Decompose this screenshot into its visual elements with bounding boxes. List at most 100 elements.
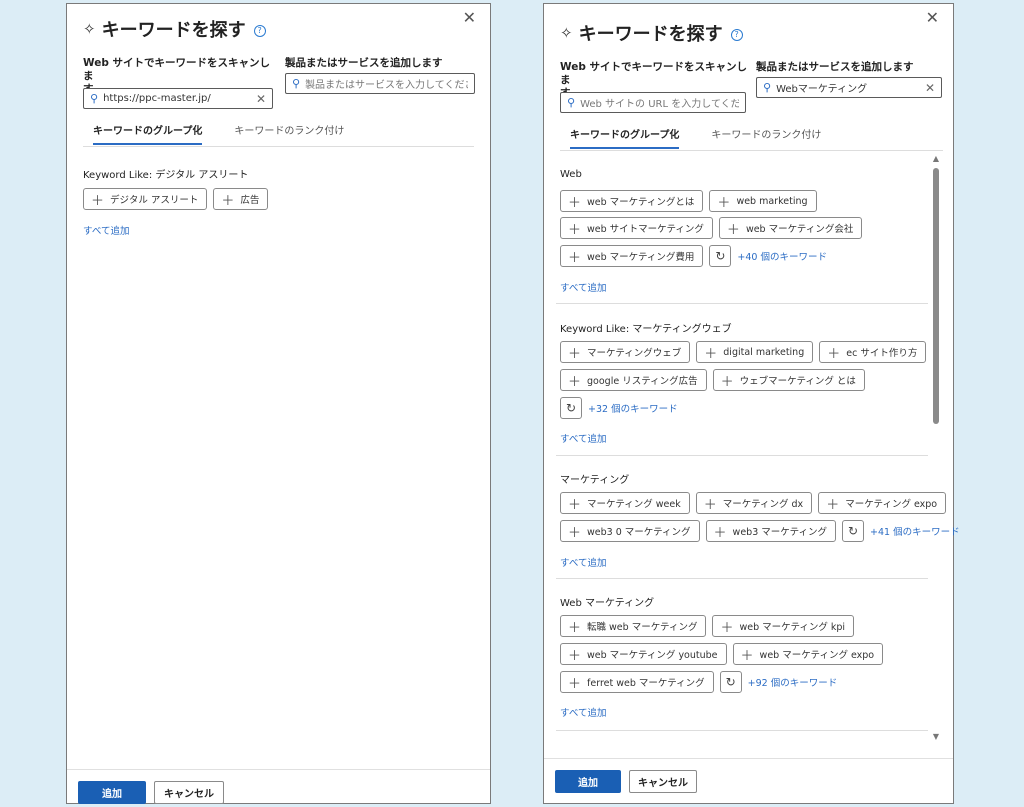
tab-keyword-grouping[interactable]: キーワードのグループ化 [570, 126, 680, 149]
keyword-chip-row: ＋ ferret web マーケティング ↻ +92 個のキーワード [560, 671, 837, 693]
search-icon: ⚲ [567, 96, 576, 109]
keyword-chip[interactable]: ＋ web マーケティングとは [560, 190, 704, 212]
search-icon: ⚲ [763, 81, 772, 94]
more-keywords-link[interactable]: +40 個のキーワード [737, 249, 827, 263]
keyword-chip[interactable]: ＋ web サイトマーケティング [560, 217, 713, 239]
plus-icon: ＋ [568, 222, 582, 238]
product-service-input[interactable]: ⚲ Webマーケティング ✕ [756, 77, 942, 98]
plus-icon: ＋ [717, 195, 731, 211]
add-all-link[interactable]: すべて追加 [560, 555, 606, 569]
plus-icon: ＋ [568, 648, 582, 664]
cancel-button[interactable]: キャンセル [154, 781, 224, 804]
keyword-chip[interactable]: ＋ ec サイト作り方 [819, 341, 927, 363]
add-button[interactable]: 追加 [78, 781, 146, 804]
keyword-chip[interactable]: ＋ web3 マーケティング [705, 520, 836, 542]
scroll-down-icon[interactable]: ▼ [931, 732, 941, 741]
refresh-icon[interactable]: ↻ [560, 397, 582, 419]
keyword-chip[interactable]: ＋ web マーケティング kpi [712, 615, 855, 637]
plus-icon: ＋ [726, 222, 740, 238]
add-all-link[interactable]: すべて追加 [560, 280, 606, 294]
keyword-chip[interactable]: ＋ web マーケティング youtube [560, 643, 727, 665]
tab-keyword-grouping[interactable]: キーワードのグループ化 [93, 122, 203, 145]
keyword-chip[interactable]: ＋ google リスティング広告 [560, 369, 707, 391]
refresh-icon[interactable]: ↻ [709, 245, 732, 267]
help-icon[interactable]: ? [730, 29, 743, 41]
keyword-chip[interactable]: ＋ウェブマーケティング とは [712, 369, 865, 391]
plus-icon: ＋ [91, 193, 105, 209]
website-url-placeholder: Web サイトの URL を入力してください [580, 99, 739, 110]
keyword-chip[interactable]: ＋転職 web マーケティング [560, 615, 707, 637]
keyword-chip[interactable]: ＋ web marketing [709, 190, 817, 212]
more-keywords-link[interactable]: +32 個のキーワード [588, 401, 678, 415]
product-service-value: Webマーケティング [776, 84, 868, 95]
keyword-chip[interactable]: ＋マーケティング dx [695, 492, 813, 514]
plus-icon: ＋ [740, 648, 754, 664]
group-title: Keyword Like: マーケティングウェブ [560, 324, 732, 335]
search-icon: ⚲ [292, 77, 301, 90]
scrollbar[interactable]: ▲ ▼ [931, 154, 941, 744]
keyword-chip[interactable]: ＋マーケティング week [560, 492, 690, 514]
add-all-link[interactable]: すべて追加 [560, 431, 606, 445]
plus-icon: ＋ [827, 346, 841, 362]
more-keywords-link[interactable]: +92 個のキーワード [748, 675, 838, 689]
keyword-chip-row: ＋マーケティングウェブ ＋ digital marketing ＋ ec サイト作り… [560, 341, 927, 363]
keyword-chip-row: ＋ web サイトマーケティング ＋ web マーケティング会社 [560, 217, 863, 239]
plus-icon: ＋ [568, 620, 582, 636]
help-icon[interactable]: ? [253, 25, 266, 37]
keyword-chip[interactable]: ＋デジタル アスリート [83, 188, 208, 210]
page-title: キーワードを探す [101, 20, 246, 41]
clear-icon[interactable]: ✕ [256, 92, 266, 106]
refresh-icon[interactable]: ↻ [842, 520, 864, 542]
panel-header: ✧ キーワードを探す ? [560, 20, 743, 46]
website-url-input[interactable]: ⚲ Web サイトの URL を入力してください [560, 92, 746, 113]
group-divider [556, 303, 928, 304]
add-product-label: 製品またはサービスを追加します [756, 61, 914, 73]
plus-icon: ＋ [704, 346, 718, 362]
sparkle-icon: ✧ [83, 20, 96, 38]
footer-divider [67, 769, 490, 770]
keyword-chip-row: ＋マーケティング week ＋マーケティング dx ＋マーケティング expo [560, 492, 947, 514]
product-service-input[interactable]: ⚲ 製品またはサービスを入力してください [285, 73, 475, 94]
tab-keyword-ranking[interactable]: キーワードのランク付け [234, 122, 344, 145]
add-button[interactable]: 追加 [555, 770, 621, 793]
add-all-link[interactable]: すべて追加 [83, 223, 129, 237]
clear-icon[interactable]: ✕ [925, 81, 935, 95]
close-icon[interactable]: ✕ [463, 10, 476, 26]
keyword-chip-row: ↻ +32 個のキーワード [560, 397, 678, 419]
tab-keyword-ranking[interactable]: キーワードのランク付け [711, 126, 821, 149]
keyword-chip[interactable]: ＋ web マーケティング expo [732, 643, 884, 665]
plus-icon: ＋ [568, 195, 582, 211]
product-service-placeholder: 製品またはサービスを入力してください [305, 80, 468, 91]
scroll-up-icon[interactable]: ▲ [931, 154, 941, 163]
cancel-button[interactable]: キャンセル [629, 770, 697, 793]
sparkle-icon: ✧ [560, 24, 573, 42]
keyword-chip[interactable]: ＋ digital marketing [696, 341, 814, 363]
search-icon: ⚲ [90, 92, 99, 105]
plus-icon: ＋ [568, 676, 582, 692]
plus-icon: ＋ [826, 497, 840, 513]
keyword-chip-row: ＋ web マーケティング youtube ＋ web マーケティング expo [560, 643, 884, 665]
keyword-chip[interactable]: ＋ ferret web マーケティング [560, 671, 714, 693]
keyword-chip[interactable]: ＋マーケティングウェブ [560, 341, 691, 363]
plus-icon: ＋ [568, 250, 582, 266]
scrollbar-thumb[interactable] [933, 168, 939, 424]
add-all-link[interactable]: すべて追加 [560, 705, 606, 719]
group-title: Keyword Like: デジタル アスリート [83, 170, 249, 181]
close-icon[interactable]: ✕ [926, 10, 939, 26]
tab-bar: キーワードのグループ化 キーワードのランク付け [93, 122, 344, 145]
more-keywords-link[interactable]: +41 個のキーワード [870, 524, 960, 538]
keyword-chip[interactable]: ＋ web マーケティング費用 [560, 245, 704, 267]
website-url-input[interactable]: ⚲ https://ppc-master.jp/ ✕ [83, 88, 273, 109]
panel-header: ✧ キーワードを探す ? [83, 16, 266, 42]
refresh-icon[interactable]: ↻ [719, 671, 742, 693]
keyword-chip[interactable]: ＋広告 [213, 188, 269, 210]
plus-icon: ＋ [703, 497, 717, 513]
tab-divider [560, 150, 943, 151]
page-title: キーワードを探す [578, 24, 723, 45]
group-divider [556, 578, 928, 579]
keyword-chip[interactable]: ＋ web3 0 マーケティング [560, 520, 700, 542]
plus-icon: ＋ [568, 497, 582, 513]
keyword-chip[interactable]: ＋マーケティング expo [818, 492, 947, 514]
group-title: Web マーケティング [560, 598, 655, 609]
keyword-chip[interactable]: ＋ web マーケティング会社 [718, 217, 863, 239]
